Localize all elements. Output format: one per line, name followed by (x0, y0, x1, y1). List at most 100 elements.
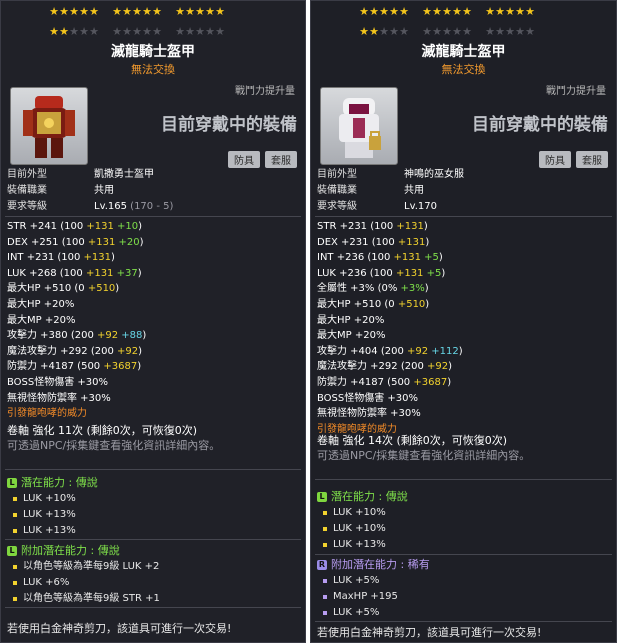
stat-segment: 最大MP +20% (317, 330, 386, 342)
star-group: ★ ★ ★ ★ ★ (175, 6, 225, 18)
stat-segment: ) (138, 345, 143, 357)
bonus-potential-line: 以角色等級為準每9級 STR +1 (23, 593, 160, 604)
bullet-icon (13, 529, 17, 533)
potential-line: LUK +13% (23, 525, 76, 536)
potential-title: 潛在能力 : 傳說 (21, 476, 98, 489)
stat-segment: +131 (395, 267, 424, 279)
stat-line: 最大HP +510 (0 +510) (7, 281, 146, 297)
star-filled-icon: ★ (359, 25, 369, 38)
potential-line: LUK +10% (23, 493, 76, 504)
stat-segment: +510 (87, 283, 116, 295)
bonus-potential-line: MaxHP +195 (333, 591, 398, 602)
star-group: ★ ★ ★ ★ ★ (422, 26, 472, 38)
stat-line: 魔法攻擊力 +292 (200 +92) (317, 359, 463, 375)
bonus-potential-line: LUK +5% (333, 607, 380, 618)
star-filled-icon: ★ (205, 5, 215, 18)
star-empty-icon: ★ (132, 25, 142, 38)
bonus-potential-title: 附加潛在能力 : 稀有 (331, 558, 430, 571)
stat-segment: 最大MP +20% (7, 314, 76, 326)
item-tags: 防具 套服 (223, 151, 297, 168)
legendary-badge: L (7, 478, 17, 488)
stat-segment: ) (425, 298, 430, 310)
stat-segment: +510 (397, 298, 426, 310)
stat-segment: +131 (397, 236, 426, 248)
star-filled-icon: ★ (132, 5, 142, 18)
tag-set: 套服 (576, 151, 608, 168)
star-empty-icon: ★ (452, 25, 462, 38)
footer-note: 若使用白金神奇剪刀，該道具可進行一次交易! (317, 626, 542, 639)
info-key: 要求等級 (317, 201, 357, 212)
star-filled-icon: ★ (152, 5, 162, 18)
star-filled-icon: ★ (59, 25, 69, 38)
stat-segment: +131 (83, 252, 111, 264)
potential-line: LUK +10% (333, 523, 386, 534)
stat-segment: +131 (396, 221, 424, 232)
potential-line: LUK +13% (333, 539, 386, 550)
star-force-stars: ★ ★ ★ ★ ★ ★ ★ ★ ★ ★ ★ ★ ★ ★ ★ ★ ★ ★ ★ ★ ★ ★ ★ ★ ★ ★ ★ ★ ★ ★ (359, 6, 569, 46)
star-empty-icon: ★ (185, 25, 195, 38)
stat-segment: 防禦力 +4187 (500 (7, 361, 104, 373)
star-filled-icon: ★ (515, 5, 525, 18)
item-info: 目前外型 凱撒勇士盔甲 裝備職業 共用 要求等級 Lv.165 (170 - 5) (7, 167, 173, 215)
stat-segment: +5 (423, 267, 442, 279)
stat-segment: ) (423, 221, 428, 232)
bullet-icon (323, 611, 327, 615)
info-value: Lv.165 (94, 201, 127, 212)
star-filled-icon: ★ (185, 5, 195, 18)
stat-segment: ) (139, 236, 144, 248)
stat-line: LUK +236 (100 +131 +5) (317, 266, 463, 282)
star-filled-icon: ★ (505, 5, 515, 18)
stat-segment: +92 (427, 361, 449, 373)
stat-segment: ) (458, 345, 463, 357)
bonus-potential-title: 附加潛在能力 : 傳說 (21, 544, 120, 557)
stat-segment: ) (137, 361, 142, 373)
stat-line: 全屬性 +3% (0% +3%) (317, 281, 463, 297)
potential-line: LUK +13% (23, 509, 76, 520)
item-name: 滅龍騎士盔甲 (421, 44, 506, 60)
bullet-icon (323, 579, 327, 583)
stat-segment: INT +236 (100 (317, 252, 394, 264)
stat-segment: 最大HP +510 (0 (7, 283, 88, 295)
star-filled-icon: ★ (369, 5, 379, 18)
scroll-section: 卷軸 強化 14次 (剩餘0次，可恢復0次) 可透過NPC/採集鍵查看強化資訊詳… (317, 433, 530, 463)
bonus-potential-section: L 附加潛在能力 : 傳說 以角色等級為準每9級 LUK +2 LUK +6% 以… (7, 543, 160, 607)
star-filled-icon: ★ (79, 5, 89, 18)
stat-segment: ) (448, 361, 453, 373)
legendary-badge: L (317, 492, 327, 502)
stat-segment: ) (438, 252, 443, 264)
bonus-potential-section: R 附加潛在能力 : 稀有 LUK +5% MaxHP +195 LUK +5% (317, 557, 430, 621)
stat-segment: 無視怪物防禦率 +30% (7, 392, 111, 404)
star-row: ★ ★ ★ ★ ★ ★ ★ ★ ★ ★ ★ ★ ★ ★ ★ (49, 26, 259, 38)
divider (315, 216, 612, 217)
star-filled-icon: ★ (485, 5, 495, 18)
star-empty-icon: ★ (175, 25, 185, 38)
star-empty-icon: ★ (205, 25, 215, 38)
info-value: 共用 (404, 185, 424, 196)
stat-segment: +88 (118, 330, 143, 342)
stat-segment: ) (424, 283, 429, 295)
star-group: ★ ★ ★ ★ ★ (485, 6, 535, 18)
star-empty-icon: ★ (515, 25, 525, 38)
stat-line: 最大MP +20% (7, 313, 146, 329)
trade-note: 無法交換 (441, 63, 486, 76)
star-filled-icon: ★ (369, 25, 379, 38)
tag-armor: 防具 (539, 151, 571, 168)
star-filled-icon: ★ (215, 5, 225, 18)
stat-line: BOSS怪物傷害 +30% (317, 391, 463, 407)
stat-segment: +3687 (103, 361, 138, 373)
armor-icon (23, 96, 75, 158)
star-empty-icon: ★ (525, 25, 535, 38)
star-empty-icon: ★ (215, 25, 225, 38)
star-filled-icon: ★ (49, 25, 59, 38)
bullet-icon (323, 595, 327, 599)
star-force-stars: ★ ★ ★ ★ ★ ★ ★ ★ ★ ★ ★ ★ ★ ★ ★ ★ ★ ★ ★ ★ ★ ★ ★ ★ ★ ★ ★ ★ ★ ★ (49, 6, 259, 46)
info-key: 裝備職業 (317, 185, 357, 196)
stat-segment: BOSS怪物傷害 +30% (7, 376, 109, 388)
item-icon (320, 87, 398, 165)
star-empty-icon: ★ (432, 25, 442, 38)
stat-segment: STR +231 (100 (317, 221, 397, 232)
stat-line: BOSS怪物傷害 +30% (7, 375, 146, 391)
stat-line: STR +241 (100 +131 +10) (7, 219, 146, 235)
bullet-icon (13, 513, 17, 517)
potential-section: L 潛在能力 : 傳說 LUK +10% LUK +10% LUK +13% (317, 489, 408, 553)
